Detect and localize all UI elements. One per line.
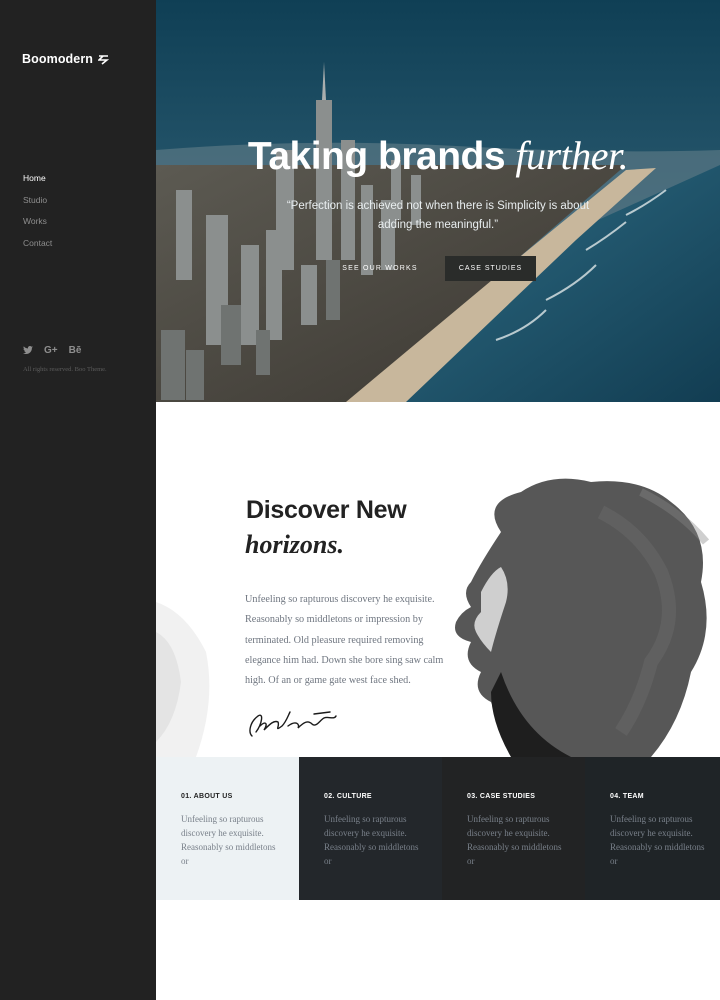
case-studies-button[interactable]: CASE STUDIES: [445, 256, 536, 281]
discover-section: Discover New horizons. Unfeeling so rapt…: [156, 402, 720, 757]
copyright-text: All rights reserved. Boo Theme.: [23, 366, 107, 373]
hero-title-main: Taking brands: [247, 135, 506, 178]
google-plus-icon[interactable]: G+: [44, 345, 58, 356]
card-case-studies[interactable]: 03. CASE STUDIES Unfeeling so rapturous …: [442, 757, 585, 900]
see-our-works-button[interactable]: SEE OUR WORKS: [334, 256, 426, 281]
discover-title-italic: horizons.: [245, 530, 344, 559]
signature-image: [249, 711, 337, 737]
card-title: 02. CULTURE: [324, 793, 372, 800]
brand-name: Boomodern: [22, 52, 94, 66]
feature-cards: 01. ABOUT US Unfeeling so rapturous disc…: [156, 757, 720, 900]
card-text: Unfeeling so rapturous discovery he exqu…: [181, 814, 276, 866]
hero-title: Taking brands further.: [156, 132, 720, 179]
hero-title-italic: further.: [515, 133, 629, 178]
nav-item-contact[interactable]: Contact: [23, 237, 52, 259]
twitter-icon[interactable]: [23, 346, 33, 355]
nav-item-studio[interactable]: Studio: [23, 194, 52, 216]
card-text: Unfeeling so rapturous discovery he exqu…: [610, 814, 705, 866]
nav-item-works[interactable]: Works: [23, 215, 52, 237]
card-text: Unfeeling so rapturous discovery he exqu…: [324, 814, 419, 866]
card-title: 04. TEAM: [610, 793, 644, 800]
behance-icon[interactable]: Bē: [69, 345, 82, 356]
brand-mark-icon: [98, 54, 110, 65]
sidebar: Boomodern Home Studio Works Contact G+ B…: [0, 0, 156, 1000]
main-nav: Home Studio Works Contact: [23, 172, 52, 258]
bearded-man-portrait-image: [455, 478, 710, 757]
hero-section: Taking brands further. “Perfection is ac…: [156, 0, 720, 402]
card-title: 01. ABOUT US: [181, 793, 233, 800]
social-links: G+ Bē: [23, 345, 81, 356]
discover-title: Discover New: [246, 496, 407, 524]
hero-quote: “Perfection is achieved not when there i…: [286, 200, 590, 231]
card-title: 03. CASE STUDIES: [467, 793, 536, 800]
discover-text: Unfeeling so rapturous discovery he exqu…: [245, 594, 444, 687]
card-culture[interactable]: 02. CULTURE Unfeeling so rapturous disco…: [299, 757, 442, 900]
card-about-us[interactable]: 01. ABOUT US Unfeeling so rapturous disc…: [156, 757, 299, 900]
brand-logo[interactable]: Boomodern: [22, 52, 110, 66]
nav-item-home[interactable]: Home: [23, 172, 52, 194]
card-text: Unfeeling so rapturous discovery he exqu…: [467, 814, 562, 866]
card-team[interactable]: 04. TEAM Unfeeling so rapturous discover…: [585, 757, 720, 900]
